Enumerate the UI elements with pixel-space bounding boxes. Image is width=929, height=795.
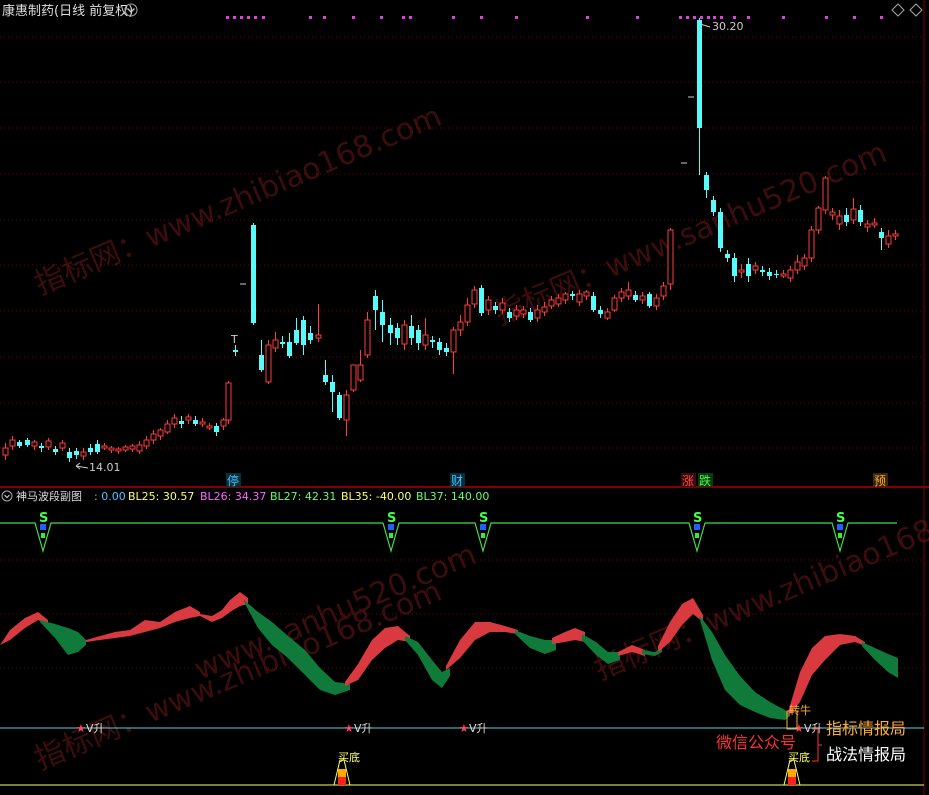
event-tag-finance: 财 (451, 474, 463, 488)
svg-text:V升: V升 (469, 722, 488, 735)
window-title: 康惠制药(日线 前复权) (2, 3, 133, 19)
signal-dot (720, 16, 723, 19)
svg-text:V升: V升 (86, 722, 105, 735)
signal-dot (240, 16, 243, 19)
signal-dot (707, 16, 710, 19)
event-tag-rise: 涨 (682, 473, 694, 488)
svg-text:买底: 买底 (788, 750, 810, 764)
event-tag-stop: 停 (227, 473, 239, 488)
signal-dot (853, 16, 856, 19)
candle (350, 364, 357, 392)
signal-dot (515, 16, 518, 19)
indicator-value-bl37: BL37: 140.00 (416, 490, 489, 503)
signal-dot (254, 16, 257, 19)
svg-text:S: S (836, 511, 845, 526)
indicator-value-bl26: BL26: 34.37 (200, 490, 266, 503)
signal-dot (686, 16, 689, 19)
signal-dot (747, 16, 750, 19)
signal-dot (380, 16, 383, 19)
signal-dot (352, 16, 355, 19)
svg-text:S: S (387, 511, 396, 526)
candle (647, 292, 652, 308)
stock-chart[interactable]: 指标网：www.zhibiao168.com 指标网：www.sanhu520.… (0, 0, 929, 795)
signal-dot (409, 16, 412, 19)
indicator-value-bl35: BL35: -40.00 (341, 490, 411, 503)
indicator-value-bl27: BL27: 42.31 (270, 490, 336, 503)
signal-dot (247, 16, 250, 19)
svg-text:S: S (479, 511, 488, 526)
t-marker: T (230, 333, 238, 346)
v-rise-mark: ★ V升 (344, 722, 373, 735)
candle (718, 208, 723, 252)
signal-dot (713, 16, 716, 19)
v-rise-mark: ★ V升 (459, 722, 488, 735)
indicator-value-0: : 0.00 (94, 490, 126, 503)
candle (479, 285, 484, 316)
candle (808, 226, 815, 262)
signal-dot (679, 16, 682, 19)
high-price-label: 30.20 (712, 20, 744, 33)
candle (265, 340, 272, 384)
candle (337, 392, 342, 420)
signal-dot (880, 16, 883, 19)
svg-text:S: S (693, 511, 702, 526)
low-price-label: 14.01 (89, 461, 121, 474)
event-tag-fall: 跌 (699, 473, 711, 488)
candle (815, 206, 822, 234)
svg-text:★: ★ (76, 722, 86, 735)
turn-bull-label: 转牛 (789, 703, 811, 717)
signal-dot (233, 16, 236, 19)
candle (225, 381, 232, 424)
svg-text:S: S (39, 511, 48, 526)
candle (611, 295, 618, 312)
signal-dot (636, 16, 639, 19)
signal-dot (323, 16, 326, 19)
signal-dot (452, 16, 455, 19)
signal-dot (402, 16, 405, 19)
signal-dot (262, 16, 265, 19)
signal-dot (700, 16, 703, 19)
svg-text:V升: V升 (354, 722, 373, 735)
candle (667, 228, 674, 290)
signal-dot (825, 16, 828, 19)
indicator-name: 神马波段副图 (16, 489, 82, 503)
svg-text:★: ★ (344, 722, 354, 735)
candle (251, 223, 256, 325)
signal-dot (733, 16, 736, 19)
signal-dot (309, 16, 312, 19)
signal-dot (586, 16, 589, 19)
indicator-header: 神马波段副图 : 0.00 BL25: 30.57 BL26: 34.37 BL… (1, 489, 489, 503)
signal-dot (693, 16, 696, 19)
corner-line1: 指标情报局 (826, 719, 906, 738)
svg-text:★: ★ (459, 722, 469, 735)
candle (822, 176, 829, 214)
signal-dot (226, 16, 229, 19)
wechat-label: 微信公众号 (716, 733, 796, 752)
signal-dot (480, 16, 483, 19)
event-tag-forecast: 预 (874, 474, 886, 488)
v-rise-mark: ★ V升 (76, 722, 105, 735)
svg-text:买底: 买底 (338, 750, 360, 764)
indicator-value-bl25: BL25: 30.57 (128, 490, 194, 503)
corner-line2: 战法情报局 (826, 745, 906, 764)
signal-dot (782, 16, 785, 19)
